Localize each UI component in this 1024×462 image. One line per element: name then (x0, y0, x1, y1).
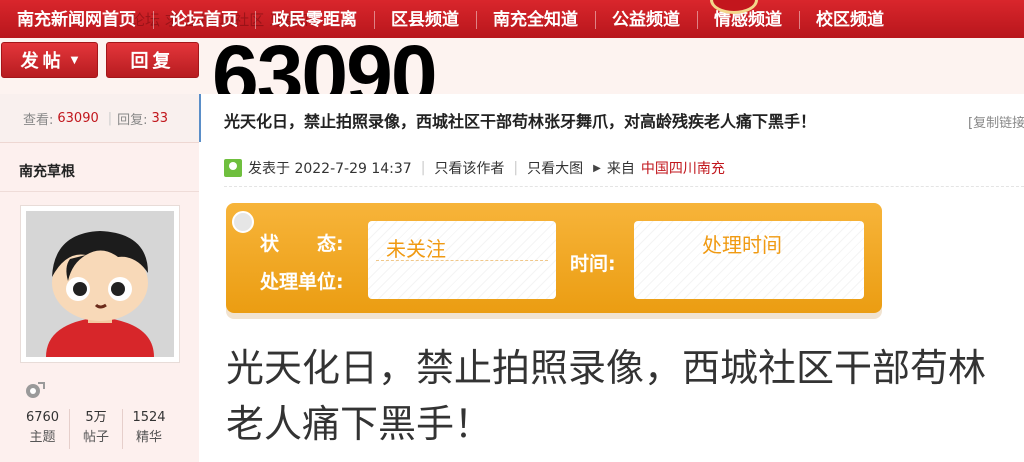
author-panel: 南充草根 6760 主题 5万 帖子 1524 精华 (0, 142, 199, 462)
location-link[interactable]: 中国四川南充 (641, 158, 725, 178)
stat-label: 帖子 (82, 430, 109, 445)
nav-item-nanchong-all[interactable]: 南充全知道 (476, 0, 595, 38)
meta-divider-line (224, 186, 1024, 187)
stat-label: 精华 (135, 430, 162, 445)
meta-divider: | (513, 160, 519, 176)
status-panel: 状 态: 处理单位: 未关注 时间: 处理时间 (226, 203, 882, 313)
nav-item-home[interactable]: 南充新闻网首页 (0, 0, 153, 38)
post-time: 发表于 2022-7-29 14:37 (248, 161, 412, 177)
nav-item-public-welfare[interactable]: 公益频道 (595, 0, 697, 38)
author-divider (0, 191, 199, 192)
thread-title: 光天化日，禁止拍照录像，西城社区干部苟林张牙舞爪，对高龄残疾老人痛下黑手！ (224, 112, 817, 131)
thread-header: 查看: 63090 | 回复: 33 光天化日，禁止拍照录像，西城社区干部苟林张… (0, 94, 1024, 142)
stat-value: 5万 (85, 410, 107, 425)
action-bar: 发帖 ▼ 回复 (0, 38, 1024, 94)
new-post-label: 发帖 (20, 51, 65, 72)
unit-label: 处理单位: (260, 271, 344, 293)
state-value: 未关注 (386, 237, 446, 261)
thread-stats: 查看: 63090 | 回复: 33 (0, 94, 199, 142)
author-badge-icon (224, 159, 242, 177)
state-label: 状 态: (260, 233, 344, 255)
replies-label: 回复: (117, 112, 148, 128)
time-label: 时间: (570, 253, 616, 275)
from-label: 来自 (606, 161, 635, 177)
views-label: 查看: (23, 112, 54, 128)
stat-value: 1524 (132, 410, 166, 425)
author-stat-digest[interactable]: 1524 精华 (122, 409, 175, 449)
author-only-link[interactable]: 只看该作者 (434, 158, 504, 178)
chevron-down-icon: ▼ (70, 54, 79, 66)
reply-button[interactable]: 回复 (106, 42, 199, 78)
author-stat-topics[interactable]: 6760 主题 (16, 409, 69, 449)
nav-item-campus[interactable]: 校区频道 (799, 0, 901, 38)
avatar-cartoon-icon (26, 211, 174, 357)
author-stat-posts[interactable]: 5万 帖子 (69, 409, 122, 449)
gear-icon (232, 211, 254, 233)
stat-label: 主题 (29, 430, 56, 445)
avatar[interactable] (20, 205, 180, 363)
time-value: 处理时间 (702, 233, 782, 257)
online-status-icon (26, 382, 45, 398)
author-name[interactable]: 南充草根 (19, 161, 75, 181)
post-body-title: 光天化日，禁止拍照录像，西城社区干部苟林 老人痛下黑手！ (226, 340, 1024, 452)
title-accent-bar (199, 94, 201, 142)
author-stats: 6760 主题 5万 帖子 1524 精华 (16, 409, 196, 449)
views-count: 63090 (57, 110, 99, 126)
stat-value: 6760 (25, 410, 60, 425)
big-image-link[interactable]: 只看大图 (527, 158, 583, 178)
new-post-button[interactable]: 发帖 ▼ (1, 42, 98, 78)
copy-link[interactable]: [复制链接] (968, 112, 1024, 131)
top-navigation: 论坛 求 止拍 城社区 牙舞爪 南充新闻网首页 论坛首页 政民零距离 区县频道 … (0, 0, 1024, 38)
post-title-line-1: 光天化日，禁止拍照录像，西城社区干部苟林 (226, 346, 987, 390)
meta-divider: | (420, 160, 426, 176)
post-title-line-2: 老人痛下黑手！ (226, 402, 493, 446)
stats-divider: | (107, 110, 113, 126)
triangle-right-icon: ▶ (593, 162, 601, 174)
replies-count: 33 (151, 110, 169, 126)
post-meta: 发表于 2022-7-29 14:37 | 只看该作者 | 只看大图 | ▶ 来… (224, 158, 725, 178)
